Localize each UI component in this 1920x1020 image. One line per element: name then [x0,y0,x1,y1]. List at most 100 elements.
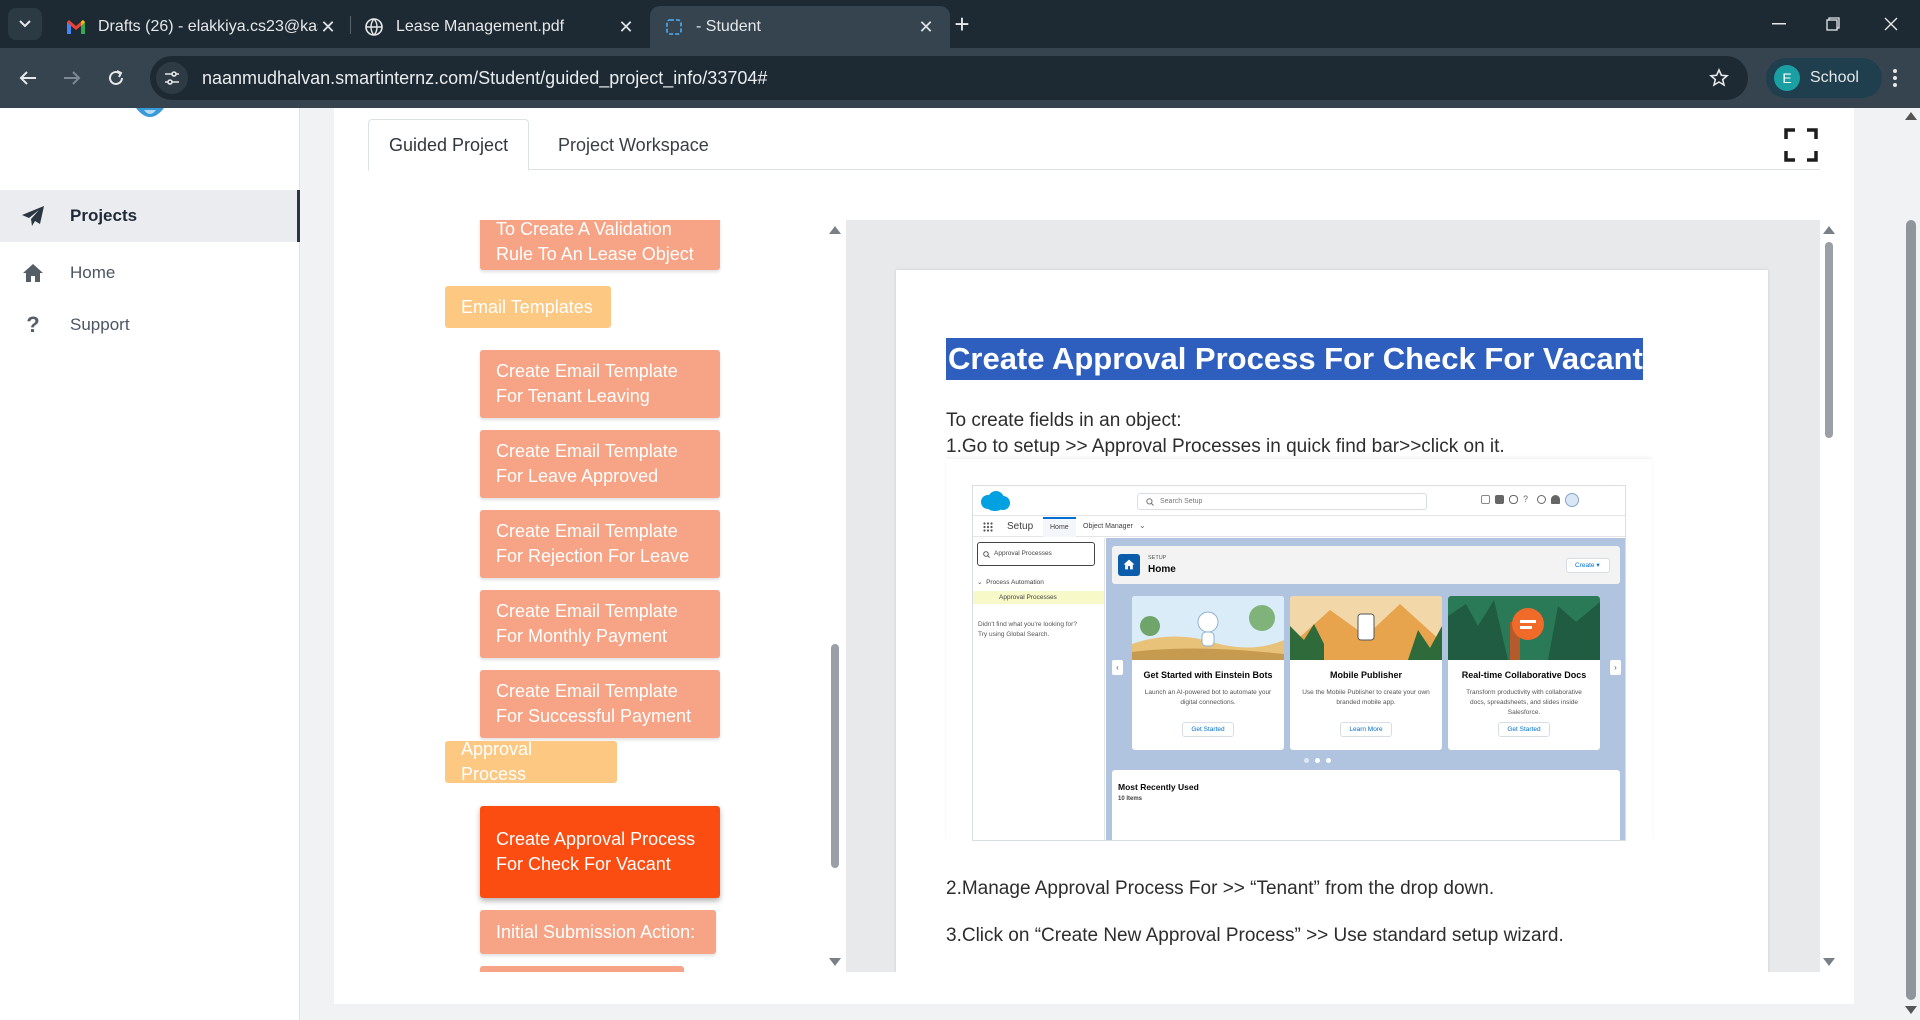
sf-tile-desc: Launch an AI-powered bot to automate you… [1144,689,1272,706]
sf-header-title: Home [1148,564,1176,575]
sidebar-item-projects[interactable]: Projects [0,190,300,242]
tree-task-current[interactable]: Create Approval Process For Check For Va… [480,806,720,898]
page-scrollbar[interactable] [1902,108,1920,1020]
site-info-icon[interactable] [156,62,188,94]
browser-tab-student[interactable]: - Student ✕ [650,6,950,48]
tree-task-label: Create Email Template For Tenant Leaving [496,361,678,406]
tree-scrollbar[interactable] [828,220,842,972]
sidebar-item-support[interactable]: ? Support [0,299,300,351]
favorites-icon [1481,495,1490,504]
sf-nav-bar: Setup Home Object Manager ⌄ [973,517,1625,537]
tree-task[interactable]: To Create A Validation Rule To An Lease … [480,220,720,270]
tree-task-label: Create Email Template For Leave Approved [496,441,678,486]
app-icon [664,17,684,37]
tree-group-label: Email Templates [461,296,593,317]
browser-tab-gmail[interactable]: Drafts (26) - elakkiya.cs23@kasc ✕ [52,6,352,48]
document-title: Create Approval Process For Check For Va… [946,338,1643,380]
sf-tile-button: Get Started [1498,722,1550,737]
address-bar[interactable]: naanmudhalvan.smartinternz.com/Student/g… [150,56,1748,100]
close-tab-icon[interactable]: ✕ [916,17,936,37]
tree-task-label: Initial Submission Action: [496,921,696,942]
profile-button[interactable]: E School [1766,58,1882,98]
document-page: Create Approval Process For Check For Va… [896,270,1768,972]
tree-task[interactable]: Create Email Template For Leave Approved [480,430,720,498]
tab-title: - Student [696,18,761,35]
close-window-button[interactable] [1868,6,1914,42]
tree-task-label: Create Email Template For Monthly Paymen… [496,601,678,646]
url-text[interactable]: naanmudhalvan.smartinternz.com/Student/g… [202,68,1704,89]
viewer-scrollbar[interactable] [1820,220,1838,972]
tab-title: Drafts (26) - elakkiya.cs23@kasc [98,18,318,35]
sf-create-button: Create ▾ [1566,558,1610,573]
new-tab-button[interactable]: + [948,9,976,39]
gmail-icon [66,17,86,37]
tree-task[interactable]: Create Email Template For Monthly Paymen… [480,590,720,658]
tree-task[interactable]: Create Email Template For Rejection For … [480,510,720,578]
sf-home-main: SETUP Home Create ▾ ‹ › Get Started with… [1106,538,1625,840]
page: Home Projects ? Support Guided Project P… [0,108,1920,1020]
question-icon: ? [26,312,40,337]
scroll-thumb[interactable] [1906,220,1916,1000]
sidebar-item-label: Home [70,263,116,282]
document-viewer: Create Approval Process For Check For Va… [846,220,1820,972]
tab-project-workspace[interactable]: Project Workspace [538,119,729,171]
mobile-publisher-illustration [1290,596,1442,660]
tree-task[interactable]: Create Email Template For Successful Pay… [480,670,720,738]
scroll-thumb[interactable] [831,644,839,868]
tree-group[interactable]: Email Templates [445,286,611,328]
gear-icon [1537,495,1546,504]
tab-guided-project[interactable]: Guided Project [368,119,530,171]
sidebar: Home Projects ? Support [0,108,300,1020]
bell-icon [1551,495,1560,504]
tree-task[interactable]: Create Email Template For Tenant Leaving [480,350,720,418]
carousel-prev-icon: ‹ [1112,660,1123,675]
sf-tile-button: Learn More [1340,722,1392,737]
tree-task-label: Create Approval Process For Check For Va… [496,829,696,874]
bookmark-star-icon[interactable] [1704,63,1734,93]
close-tab-icon[interactable]: ✕ [318,17,338,37]
scroll-thumb[interactable] [1825,242,1833,438]
globe-icon [364,17,384,37]
sf-tile-desc: Transform productivity with collaborativ… [1466,689,1582,716]
sf-tile: Get Started with Einstein Bots Launch an… [1132,596,1284,750]
help-icon: ? [1523,494,1529,504]
tree-group[interactable]: Approval Process [445,739,617,784]
browser-tab-pdf[interactable]: Lease Management.pdf ✕ [350,6,650,48]
tree-task[interactable] [480,966,684,972]
sf-help-text: Didn't find what you're looking for? Try… [978,620,1077,640]
close-tab-icon[interactable]: ✕ [616,17,636,37]
carousel-dot [1326,758,1331,763]
profile-label: School [1810,69,1859,86]
browser-menu-button[interactable] [1880,62,1910,94]
forward-button[interactable] [56,62,88,94]
scroll-up-icon[interactable] [1823,226,1835,234]
sf-tab-home: Home [1043,517,1076,537]
scroll-down-icon[interactable] [829,958,841,966]
tree-task[interactable]: Initial Submission Action: [480,910,716,954]
sf-search-placeholder: Search Setup [1160,498,1203,505]
sidebar-item-home[interactable]: Home [0,247,300,299]
sf-tile-title: Get Started with Einstein Bots [1143,670,1273,680]
salesforce-cloud-icon [981,491,1010,511]
fullscreen-icon[interactable] [1784,128,1818,162]
project-tabs: Guided Project Project Workspace [368,119,1820,171]
arrow-right-icon [64,71,81,85]
setup-screenshot: Search Setup ? Setup Home Object Manager… [946,459,1652,841]
tab-search-button[interactable] [8,8,42,40]
search-icon [983,551,990,558]
avatar [1565,493,1579,507]
tree-task-label: Create Email Template For Successful Pay… [496,681,692,726]
reload-button[interactable] [100,62,132,94]
sf-top-bar: Search Setup ? [973,486,1625,516]
sf-header-kicker: SETUP [1148,555,1167,561]
paper-plane-icon [20,203,46,229]
sf-tile: Real-time Collaborative Docs Transform p… [1448,596,1600,750]
back-button[interactable] [12,62,44,94]
scroll-down-icon[interactable] [1905,1006,1917,1014]
sf-setup-label: Setup [1007,521,1034,532]
restore-button[interactable] [1810,6,1856,42]
scroll-up-icon[interactable] [829,226,841,234]
scroll-down-icon[interactable] [1823,958,1835,966]
minimize-button[interactable] [1756,6,1802,42]
scroll-up-icon[interactable] [1905,112,1917,120]
